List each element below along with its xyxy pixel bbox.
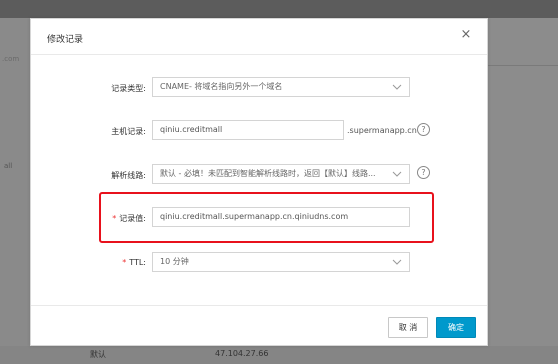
background-left-text: .com (2, 55, 20, 63)
record-type-select[interactable]: CNAME- 将域名指向另外一个域名 (152, 77, 410, 97)
close-icon[interactable]: × (459, 28, 473, 42)
record-value-label: * 记录值: (36, 213, 146, 224)
confirm-button[interactable]: 确定 (436, 317, 476, 338)
resolve-line-label: 解析线路: (111, 171, 146, 180)
required-mark: * (122, 258, 127, 267)
record-type-label: 记录类型: (111, 84, 146, 93)
edit-record-dialog: 修改记录 × 记录类型: CNAME- 将域名指向另外一个域名 主机记录: qi… (30, 18, 488, 346)
background-left-text-2: all (4, 162, 13, 170)
resolve-line-value: 默认 - 必填！未匹配到智能解析线路时，返回【默认】线路... (160, 169, 376, 178)
ttl-value: 10 分钟 (160, 257, 189, 266)
record-value-text: qiniu.creditmall.supermanapp.cn.qiniudns… (160, 212, 349, 221)
cancel-button[interactable]: 取 消 (388, 317, 428, 338)
record-value-input[interactable]: qiniu.creditmall.supermanapp.cn.qiniudns… (152, 207, 410, 227)
background-left-column (0, 18, 30, 364)
host-record-label: 主机记录: (111, 127, 146, 136)
background-table-row (0, 346, 558, 364)
required-mark: * (112, 214, 117, 223)
background-row-value: 47.104.27.66 (215, 349, 269, 358)
host-record-input[interactable]: qiniu.creditmall (152, 120, 344, 140)
ttl-select[interactable]: 10 分钟 (152, 252, 410, 272)
background-top-bar (0, 0, 558, 18)
host-record-value: qiniu.creditmall (160, 125, 223, 134)
dialog-footer-divider (31, 305, 487, 306)
resolve-line-select[interactable]: 默认 - 必填！未匹配到智能解析线路时，返回【默认】线路... (152, 164, 410, 184)
record-type-value: CNAME- 将域名指向另外一个域名 (160, 82, 283, 91)
ttl-label-text: TTL: (129, 258, 146, 267)
chevron-down-icon (392, 170, 402, 178)
background-row-line: 默认 (90, 350, 106, 359)
background-right-column (488, 18, 558, 364)
help-icon[interactable]: ? (417, 166, 430, 179)
domain-suffix: .supermanapp.cn (347, 126, 417, 135)
dialog-title: 修改记录 (47, 35, 84, 45)
background-divider (488, 65, 558, 66)
record-value-label-text: 记录值: (119, 214, 146, 223)
chevron-down-icon (392, 258, 402, 266)
ttl-label: * TTL: (36, 258, 146, 267)
help-icon[interactable]: ? (417, 123, 430, 136)
dialog-header: 修改记录 × (31, 19, 487, 55)
chevron-down-icon (392, 83, 402, 91)
